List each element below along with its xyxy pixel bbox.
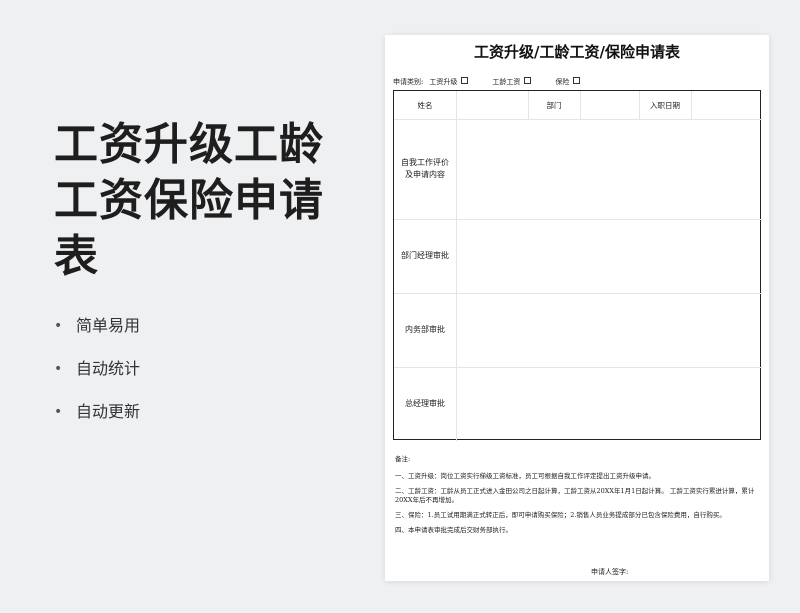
header-hire-date: 入职日期 [650,101,680,110]
option-label: 工资升级 [429,78,458,86]
note-item: 二、工龄工资：工龄从员工正式进入金田公司之日起计算，工龄工资从20XX年1月1日… [395,487,755,504]
checkbox-icon[interactable] [461,77,469,84]
feature-list: • 简单易用 • 自动统计 • 自动更新 [54,312,140,441]
row-label-self-evaluation: 自我工作评价 及申请内容 [401,158,449,179]
application-table: 姓名 部门 入职日期 自我工作评价 及申请内容 部门经理审批 内务部审批 总经理… [393,90,762,441]
note-item: 一、工资升级：岗位工资实行梯级工资标准，员工可根据自我工作评定提出工资升级申请。 [395,472,655,480]
option-label: 工龄工资 [492,78,521,86]
category-option-seniority[interactable]: 工龄工资 [492,77,532,87]
row-label-internal-affairs: 内务部审批 [405,325,445,334]
feature-item: • 自动更新 [54,398,140,441]
bullet-icon: • [54,404,63,420]
feature-label: 自动更新 [76,402,141,421]
note-item: 四、本申请表审批完成后交财务部执行。 [395,526,512,534]
row-label-dept-manager: 部门经理审批 [401,251,449,260]
feature-label: 简单易用 [76,316,141,335]
feature-item: • 自动统计 [54,355,140,398]
bullet-icon: • [54,361,63,377]
form-sheet: 工资升级/工龄工资/保险申请表 申请类别: 工资升级 工龄工资 保险 姓名 部门… [385,35,769,581]
notes-title: 备注: [395,455,411,463]
col-divider [691,91,692,119]
checkbox-icon[interactable] [573,77,581,84]
category-label: 申请类别: [393,78,424,86]
category-option-insurance[interactable]: 保险 [555,77,581,87]
col-divider [580,91,581,119]
feature-label: 自动统计 [76,359,141,378]
bullet-icon: • [54,318,63,334]
hero-title: 工资升级工龄工资保险申请表 [54,119,324,282]
option-label: 保险 [555,78,570,86]
category-option-salary[interactable]: 工资升级 [429,77,469,87]
notes-section: 备注: 一、工资升级：岗位工资实行梯级工资标准，员工可根据自我工作评定提出工资升… [395,455,761,541]
header-dept: 部门 [546,101,562,110]
header-name: 姓名 [417,101,433,110]
col-divider [456,91,457,441]
signature-label: 申请人签字: [591,568,629,576]
feature-item: • 简单易用 [54,312,140,355]
note-item: 三、保险：1.员工试用期满正式转正后，即可申请购买保险；2.销售人员业务提成部分… [395,511,726,519]
sheet-title: 工资升级/工龄工资/保险申请表 [474,43,680,61]
checkbox-icon[interactable] [524,77,532,84]
category-row: 申请类别: 工资升级 工龄工资 保险 [393,77,581,87]
row-label-general-manager: 总经理审批 [405,399,445,408]
